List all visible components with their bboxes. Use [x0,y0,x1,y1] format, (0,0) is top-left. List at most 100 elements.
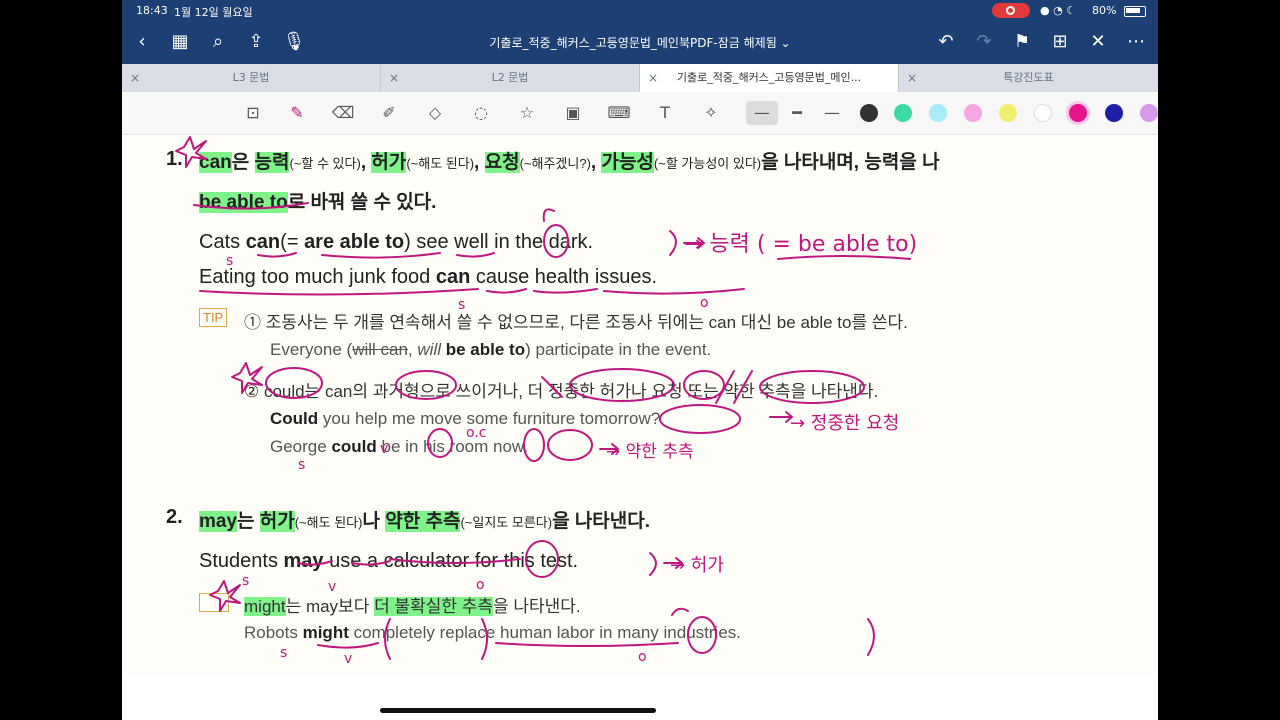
battery-icon [1124,6,1146,17]
lasso-icon[interactable]: ◌ [468,101,494,125]
handwritten-note-permission: → 허가 [670,555,724,576]
section-2-number: 2. [166,506,183,528]
color-swatch-lavender[interactable] [1140,104,1158,122]
color-swatch-magenta-selected[interactable] [1069,104,1087,122]
tab-bar: × L3 문법 × L2 문법 × 기출로_적중_해커스_고등영문법_메인...… [122,64,1158,92]
underline-mark [495,642,679,647]
handwritten-note-ability: → 능력 ( = be able to) [684,232,917,257]
handwritten-mark-o: o [638,649,647,665]
annotation-toolbar: ⊡ ✎ ⌫ ✐ ◇ ◌ ☆ ▣ ⌨ T ✧ — ━ — [122,92,1158,135]
arrow-mark [599,443,619,455]
battery-percent: 80% [1092,4,1117,17]
tab-l3[interactable]: × L3 문법 [122,64,381,92]
color-swatch-navy[interactable] [1105,104,1123,122]
arrow-mark [683,237,705,249]
text-box-icon[interactable]: T [652,101,678,125]
screen-recording-icon[interactable] [992,3,1030,18]
section-2-heading: may는 허가(~해도 된다)나 약한 추측(~일지도 모른다)을 나타낸다. [199,511,651,532]
handwritten-mark-o: o [476,577,485,593]
redo-icon[interactable]: ↷ [972,30,996,54]
zoom-box-icon[interactable]: ⊡ [240,101,266,125]
wifi-icon: ● ◔ ☾ [1040,4,1077,17]
bookmark-icon[interactable]: ⚑ [1010,30,1034,54]
handwritten-mark-s: s [242,573,249,589]
handwritten-mark-s: s [298,457,305,473]
section-1-number: 1. [166,148,183,170]
underline-mark [533,288,598,294]
add-page-icon[interactable]: ⊞ [1048,30,1072,54]
tab-label: L3 문법 [232,71,270,84]
tip-1-example: Everyone (will can, will be able to) par… [270,340,712,359]
thick-stroke-icon[interactable]: — [819,101,845,125]
image-icon[interactable]: ▣ [560,101,586,125]
arrow-mark [671,607,689,616]
section-1-heading-line2: be able to로 바꿔 쓸 수 있다. [199,192,437,213]
medium-stroke-icon[interactable]: ━ [784,101,810,125]
nav-bar: ‹ ▦ ⌕ ⇪ 🎙 기출로_적중_해커스_고등영문법_메인북PDF-잠금 해제됨… [122,22,1158,64]
status-bar: 18:43 1월 12일 월요일 ● ◔ ☾ 80% [122,0,1158,22]
color-swatch-black[interactable] [860,104,878,122]
tab-schedule[interactable]: × 특강진도표 [899,64,1158,92]
circle-mark [547,429,593,461]
thin-stroke-icon[interactable]: — [746,101,778,125]
close-editing-icon[interactable]: ✕ [1086,30,1110,54]
home-indicator[interactable] [380,708,656,713]
arrow-mark [769,411,793,423]
section-1-heading: can은 능력(~할 수 있다), 허가(~해도 된다), 요청(~해주겠니?)… [199,152,940,173]
color-swatch-pink[interactable] [964,104,982,122]
sticker-icon[interactable]: ☆ [514,101,540,125]
document-page[interactable]: 1. can은 능력(~할 수 있다), 허가(~해도 된다), 요청(~해주겠… [122,135,1158,675]
document-title[interactable]: 기출로_적중_해커스_고등영문법_메인북PDF-잠금 해제됨 ⌄ [122,34,1158,51]
tip-badge-2 [199,593,229,612]
tip-3-text: might는 may보다 더 불확실한 추측을 나타낸다. [244,597,581,616]
tip-2-example-2: George could be in his room now. [270,437,528,456]
tab-label: 기출로_적중_해커스_고등영문법_메인... [676,71,862,84]
bracket-mark [669,230,677,256]
color-swatch-light-blue[interactable] [929,104,947,122]
example-junk-food: Eating too much junk food can cause heal… [199,266,658,288]
example-cats: Cats can(= are able to) see well in the … [199,231,594,253]
underline-mark [603,288,745,295]
pen-icon[interactable]: ✎ [284,101,310,125]
handwritten-mark-s: s [280,645,287,661]
undo-icon[interactable]: ↶ [934,30,958,54]
close-icon[interactable]: × [130,64,140,92]
tip-2-example-1: Could you help me move some furniture to… [270,409,661,428]
tab-l2[interactable]: × L2 문법 [381,64,640,92]
color-swatch-teal[interactable] [894,104,912,122]
color-swatch-white[interactable] [1034,104,1052,122]
tip-3-example: Robots might completely replace human la… [244,623,742,642]
underline-mark [486,288,527,294]
close-icon[interactable]: × [389,64,399,92]
laser-pointer-icon[interactable]: ✧ [698,101,724,125]
tab-current-document[interactable]: × 기출로_적중_해커스_고등영문법_메인... [640,64,899,92]
color-swatch-yellow[interactable] [999,104,1017,122]
close-icon[interactable]: × [648,64,658,92]
example-students: Students may use a calculator for this t… [199,550,579,572]
underline-mark [777,255,911,260]
close-icon[interactable]: × [907,64,917,92]
bracket-mark [649,552,657,576]
underline-mark [199,288,479,296]
tip-1-text: ① 조동사는 두 개를 연속해서 쓸 수 없으므로, 다른 조동사 뒤에는 ca… [244,313,908,332]
handwritten-mark-v: v [344,651,352,667]
arrow-mark [542,208,555,222]
status-date: 1월 12일 월요일 [174,6,253,19]
page-gutter [122,675,1158,720]
bracket-mark [867,618,875,656]
circle-mark [659,404,741,434]
ipad-screen: 18:43 1월 12일 월요일 ● ◔ ☾ 80% ‹ ▦ ⌕ ⇪ 🎙 기출로… [122,0,1158,720]
tip-badge: TIP [199,308,228,327]
eraser-icon[interactable]: ⌫ [330,101,356,125]
arrow-mark [663,557,683,569]
handwritten-note-polite-request: → 정중한 요청 [790,413,899,434]
underline-mark [317,642,379,649]
keyboard-icon[interactable]: ⌨ [606,101,632,125]
handwritten-note-weak-guess: → 약한 추측 [606,442,694,462]
shapes-icon[interactable]: ◇ [422,101,448,125]
more-icon[interactable]: ⋯ [1124,30,1148,54]
tab-label: L2 문법 [491,71,529,84]
highlighter-icon[interactable]: ✐ [376,101,402,125]
status-time: 18:43 [136,4,168,17]
tip-2-text: ② could는 can의 과거형으로 쓰이거나, 더 정중한 허가나 요청 또… [244,382,879,401]
